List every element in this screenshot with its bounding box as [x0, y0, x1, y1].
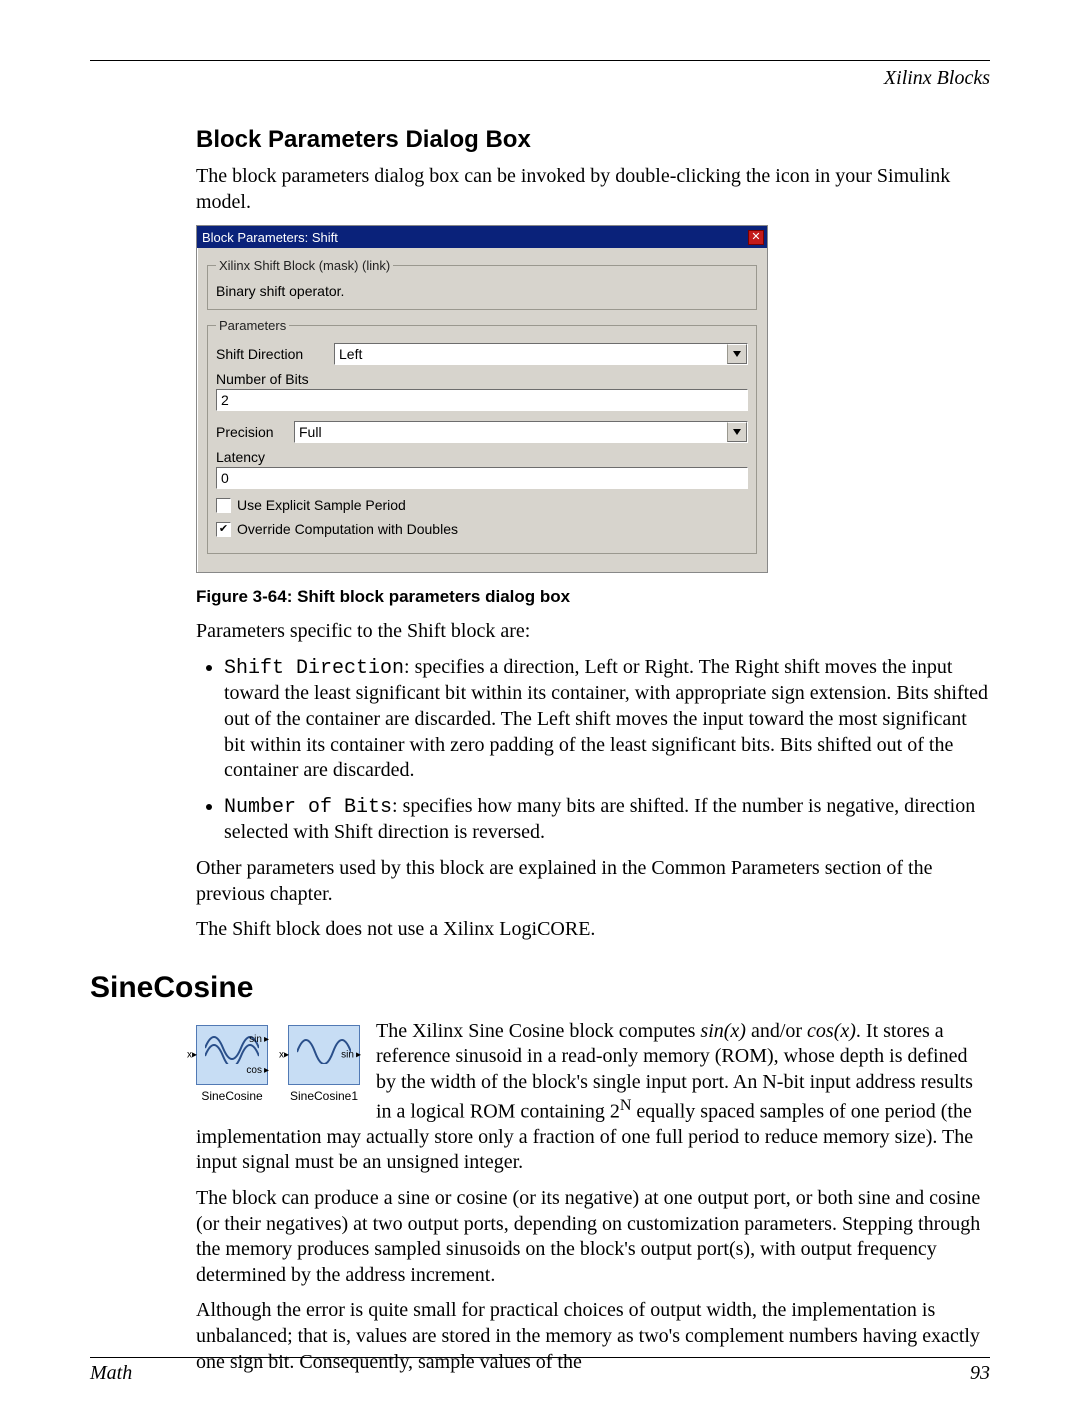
sc-cosx: cos(x) [807, 1020, 856, 1042]
other-params-note: Other parameters used by this block are … [196, 856, 990, 907]
footer-section: Math [90, 1362, 132, 1385]
sc-port-x: x▸ [187, 1049, 197, 1060]
mask-fieldset: Xilinx Shift Block (mask) (link) Binary … [207, 258, 757, 310]
block-params-intro: The block parameters dialog box can be i… [196, 164, 990, 215]
figure-caption: Figure 3-64: Shift block parameters dial… [196, 587, 990, 607]
dialog-title: Block Parameters: Shift [202, 230, 338, 245]
sinecosine-para2: The block can produce a sine or cosine (… [196, 1186, 990, 1288]
no-logicore-note: The Shift block does not use a Xilinx Lo… [196, 917, 990, 943]
shift-direction-select[interactable]: Left [334, 343, 748, 365]
latency-label: Latency [216, 449, 748, 465]
precision-value: Full [295, 422, 727, 442]
list-item: Shift Direction: specifies a direction, … [224, 655, 990, 784]
checkbox-box-icon: ✔ [216, 522, 231, 537]
chevron-down-icon[interactable] [727, 344, 747, 364]
top-rule [90, 60, 990, 61]
shift-direction-label: Shift Direction [216, 346, 326, 362]
parameters-fieldset: Parameters Shift Direction Left Number o… [207, 318, 757, 554]
footer-page-number: 93 [970, 1362, 990, 1385]
close-icon[interactable]: ✕ [748, 230, 764, 245]
block-params-heading: Block Parameters Dialog Box [196, 126, 990, 154]
sc-port-x: x▸ [279, 1049, 289, 1060]
sc-text: The Xilinx Sine Cosine block computes [376, 1020, 700, 1042]
running-head: Xilinx Blocks [90, 67, 990, 90]
chevron-down-icon[interactable] [727, 422, 747, 442]
sc-port-sin: sin▸ [249, 1034, 269, 1045]
explicit-sample-period-label: Use Explicit Sample Period [237, 497, 406, 513]
number-of-bits-input[interactable]: 2 [216, 389, 748, 411]
explicit-sample-period-checkbox[interactable]: Use Explicit Sample Period [216, 497, 748, 513]
override-doubles-label: Override Computation with Doubles [237, 521, 458, 537]
number-of-bits-code: Number of Bits [224, 796, 392, 819]
sc-text: and/or [746, 1020, 807, 1042]
sc-port-sin: sin▸ [341, 1049, 361, 1060]
sinecosine-heading: SineCosine [90, 971, 990, 1005]
sinecosine-icon-two-port: x▸ sin▸ cos▸ SineCosine [196, 1025, 268, 1103]
block-parameters-dialog: Block Parameters: Shift ✕ Xilinx Shift B… [196, 225, 768, 573]
shift-direction-code: Shift Direction [224, 657, 404, 680]
mask-legend: Xilinx Shift Block (mask) (link) [216, 258, 393, 273]
sc-sinx: sin(x) [700, 1020, 746, 1042]
shift-params-list: Shift Direction: specifies a direction, … [196, 655, 990, 846]
mask-description: Binary shift operator. [216, 283, 748, 299]
sinecosine-icon-one-port: x▸ sin▸ SineCosine1 [288, 1025, 360, 1103]
number-of-bits-label: Number of Bits [216, 371, 748, 387]
checkbox-box-icon [216, 498, 231, 513]
precision-select[interactable]: Full [294, 421, 748, 443]
latency-input[interactable]: 0 [216, 467, 748, 489]
dialog-titlebar[interactable]: Block Parameters: Shift ✕ [197, 226, 767, 248]
sinecosine-block-icons: x▸ sin▸ cos▸ SineCosine x▸ sin▸ [196, 1025, 360, 1103]
list-item: Number of Bits: specifies how many bits … [224, 794, 990, 846]
parameters-legend: Parameters [216, 318, 289, 333]
sc-port-cos: cos▸ [246, 1065, 269, 1076]
footer-rule [90, 1357, 990, 1358]
precision-label: Precision [216, 424, 286, 440]
params-specific-intro: Parameters specific to the Shift block a… [196, 619, 990, 645]
sc-exponent: N [620, 1097, 632, 1114]
shift-direction-value: Left [335, 344, 727, 364]
sc-caption: SineCosine [196, 1089, 268, 1103]
override-doubles-checkbox[interactable]: ✔ Override Computation with Doubles [216, 521, 748, 537]
sc-caption: SineCosine1 [288, 1089, 360, 1103]
